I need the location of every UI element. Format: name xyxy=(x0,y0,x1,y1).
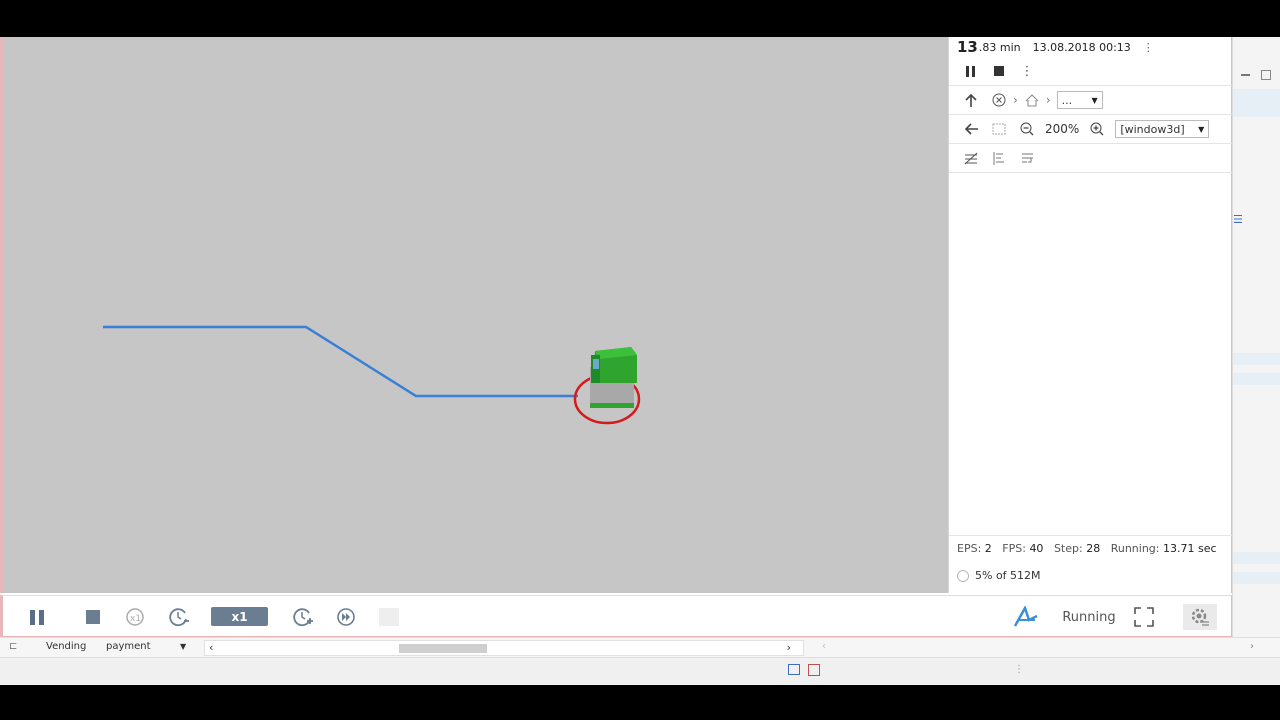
fps-value: 40 xyxy=(1029,542,1044,555)
pin-icon[interactable]: ⊏ xyxy=(9,641,17,652)
pause-icon[interactable] xyxy=(27,607,47,627)
pause-icon[interactable] xyxy=(957,60,985,82)
agent-type-label: Vending xyxy=(46,641,87,652)
editor-strip: ⊏ Vending payment ▼ ‹ › ‹ › xyxy=(0,637,1280,657)
arrow-up-icon[interactable] xyxy=(957,89,985,111)
scroll-right-icon[interactable]: › xyxy=(787,641,791,654)
anylogic-app: 13 .83 min 13.08.2018 00:13 ⋮ ⋮ › › ... … xyxy=(0,37,1280,685)
horizontal-scrollbar[interactable]: ‹ › xyxy=(204,640,804,656)
view-select-value: [window3d] xyxy=(1120,122,1185,136)
navigation-row: › › ... ▼ xyxy=(949,86,1232,115)
zoom-in-icon[interactable] xyxy=(1083,118,1111,140)
close-circle-icon[interactable] xyxy=(985,89,1013,111)
home-icon[interactable] xyxy=(1018,89,1046,111)
dropdown-arrow-icon: ▼ xyxy=(1091,95,1098,105)
scroll-left-icon[interactable]: ‹ xyxy=(822,641,826,652)
step-value: 28 xyxy=(1086,542,1101,555)
blank-toggle[interactable] xyxy=(379,607,399,627)
memory-spinner-icon xyxy=(957,569,969,582)
slow-down-icon[interactable]: x1 xyxy=(124,607,146,627)
arrow-left-icon[interactable] xyxy=(957,118,985,140)
scroll-right-icon[interactable]: › xyxy=(1250,641,1254,652)
zoom-level: 200% xyxy=(1045,122,1080,136)
dropdown-arrow-icon[interactable]: ▼ xyxy=(180,642,186,651)
run-statistics: EPS: 2 FPS: 40 Step: 28 Running: 13.71 s… xyxy=(949,535,1232,561)
wrap-icon[interactable] xyxy=(1013,147,1041,169)
maximize-icon[interactable] xyxy=(1261,70,1271,80)
navigate-select-value: ... xyxy=(1061,93,1073,107)
svg-text:x1: x1 xyxy=(130,614,141,624)
fps-label: FPS: xyxy=(1002,542,1026,555)
anylogic-logo-icon xyxy=(1013,606,1039,627)
model-time-minor: .83 min xyxy=(978,40,1021,54)
time-row: 13 .83 min 13.08.2018 00:13 ⋮ xyxy=(949,37,1232,57)
tools-row xyxy=(949,144,1232,173)
eps-value: 2 xyxy=(984,542,992,555)
fast-forward-icon[interactable] xyxy=(335,607,357,627)
step-label: Step: xyxy=(1053,542,1083,555)
zoom-out-icon[interactable] xyxy=(1013,118,1041,140)
background-row xyxy=(1233,572,1280,584)
settings-icon[interactable] xyxy=(1183,604,1217,630)
scene xyxy=(103,325,641,425)
status-bar: ⋮ xyxy=(0,657,1280,685)
zoom-row: 200% [window3d] ▼ xyxy=(949,115,1232,144)
background-row xyxy=(1233,552,1280,564)
view-select[interactable]: [window3d] ▼ xyxy=(1115,120,1210,138)
eps-label: EPS: xyxy=(957,542,982,555)
speed-button[interactable]: x1 xyxy=(211,607,268,626)
path-line xyxy=(103,325,578,398)
more-icon[interactable]: ⋮ xyxy=(1013,60,1041,82)
scroll-left-icon[interactable]: ‹ xyxy=(209,641,213,654)
monitor-icon[interactable] xyxy=(788,664,800,675)
background-window-edge: ☰ xyxy=(1232,37,1280,637)
zoom-fit-icon[interactable] xyxy=(985,118,1013,140)
background-row xyxy=(1233,373,1280,385)
run-control-row: ⋮ xyxy=(949,57,1232,86)
run-toolbar: x1 x1 Running xyxy=(0,595,1232,637)
background-row xyxy=(1233,353,1280,365)
align-icon[interactable] xyxy=(985,147,1013,169)
chart-toggle-icon[interactable] xyxy=(957,147,985,169)
chevron-right-icon: › xyxy=(1045,93,1051,107)
model-time-major: 13 xyxy=(957,38,978,56)
agent-vending-machine[interactable] xyxy=(590,347,637,408)
scroll-thumb[interactable] xyxy=(399,644,487,653)
run-until-icon[interactable] xyxy=(168,607,190,627)
stop-icon[interactable] xyxy=(985,60,1013,82)
separator-icon: ⋮ xyxy=(1014,664,1024,675)
more-icon[interactable]: ⋮ xyxy=(1143,41,1154,54)
navigate-select[interactable]: ... ▼ xyxy=(1056,91,1103,109)
memory-text: 5% of 512M xyxy=(975,569,1041,582)
running-value: 13.71 sec xyxy=(1162,542,1217,555)
simulation-viewport[interactable] xyxy=(0,37,948,593)
screen: 13 .83 min 13.08.2018 00:13 ⋮ ⋮ › › ... … xyxy=(0,0,1280,720)
fullscreen-icon[interactable] xyxy=(1133,607,1155,627)
model-date: 13.08.2018 00:13 xyxy=(1032,40,1131,54)
speed-up-icon[interactable] xyxy=(292,607,314,627)
menu-lines-icon[interactable]: ☰ xyxy=(1233,213,1243,226)
minimize-icon[interactable] xyxy=(1241,74,1250,76)
stop-icon[interactable] xyxy=(83,607,103,627)
developer-panel: 13 .83 min 13.08.2018 00:13 ⋮ ⋮ › › ... … xyxy=(948,37,1232,593)
dropdown-arrow-icon: ▼ xyxy=(1198,124,1205,134)
run-state: Running xyxy=(1062,609,1116,625)
memory-usage: 5% of 512M xyxy=(957,569,1041,582)
element-select-value[interactable]: payment xyxy=(106,641,151,652)
doc-icon[interactable] xyxy=(808,664,820,676)
running-label: Running: xyxy=(1110,542,1160,555)
background-tab xyxy=(1233,89,1280,117)
